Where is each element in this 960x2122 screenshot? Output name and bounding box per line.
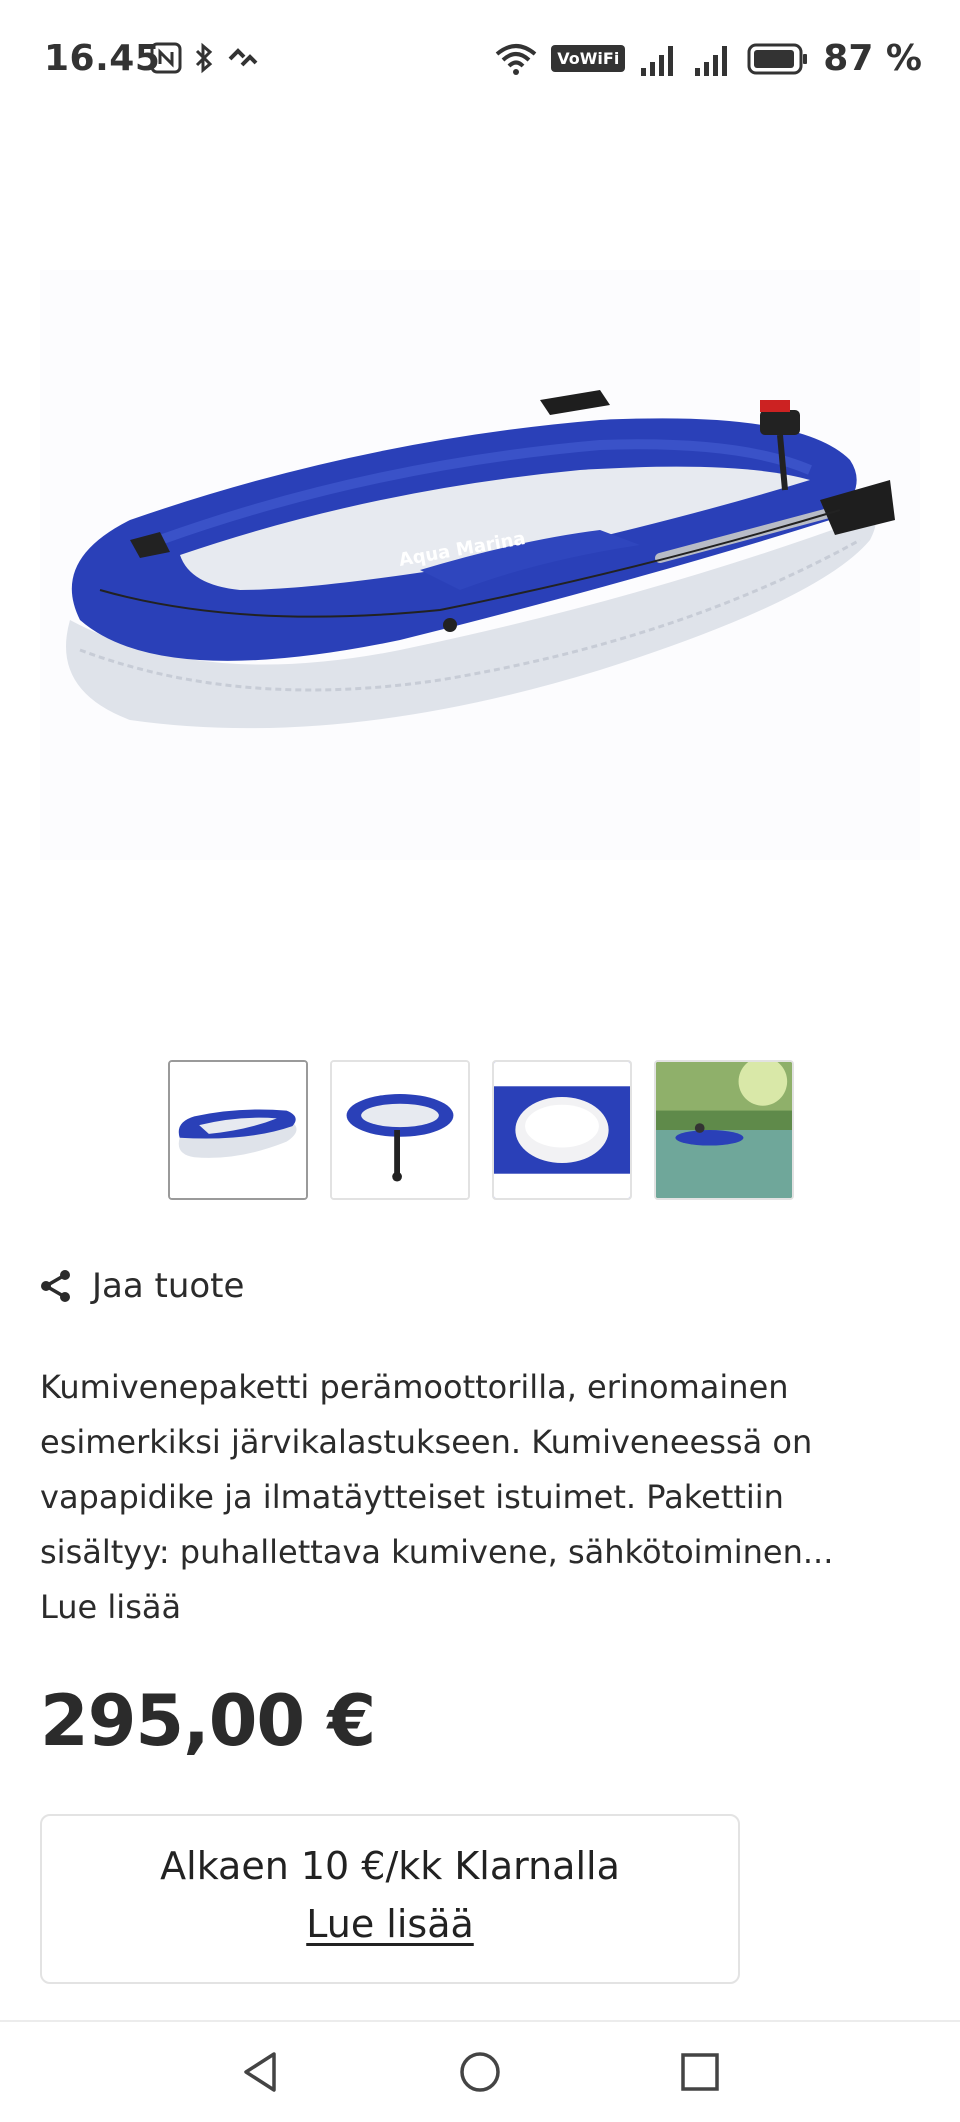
share-button[interactable]: Jaa tuote (40, 1266, 244, 1306)
home-circle-icon (460, 2052, 500, 2092)
status-right-icons: VoWiFi 87 % (495, 38, 922, 79)
description-text: Kumivenepaketti perämoottorilla, erinoma… (40, 1368, 834, 1571)
link-icon (228, 48, 258, 67)
seat-cushion-thumbnail-image (494, 1062, 630, 1198)
battery-icon (747, 43, 808, 74)
system-navigation-bar (0, 2022, 960, 2122)
vowifi-icon: VoWiFi (551, 45, 626, 72)
recents-button[interactable] (670, 2042, 730, 2102)
boat-side-thumbnail-image (170, 1062, 306, 1198)
recents-square-icon (681, 2053, 719, 2091)
inflatable-boat-illustration: Aqua Marina (66, 390, 895, 729)
battery-percentage: 87 % (823, 38, 922, 79)
klarna-financing-box: Alkaen 10 €/kk Klarnalla Lue lisää (40, 1814, 740, 1984)
read-more-link[interactable]: Lue lisää (40, 1580, 900, 1635)
product-description: Kumivenepaketti perämoottorilla, erinoma… (40, 1360, 900, 1635)
nfc-icon (150, 42, 182, 74)
boat-on-lake-thumbnail-image (656, 1062, 792, 1198)
signal-icon (695, 45, 728, 76)
thumbnail-seat-cushion[interactable] (492, 1060, 632, 1200)
status-time: 16.45 (44, 38, 161, 79)
bluetooth-icon (195, 42, 213, 74)
signal-icon (641, 45, 674, 76)
thumbnail-boat-motor[interactable] (330, 1060, 470, 1200)
klarna-text: Alkaen 10 €/kk Klarnalla (160, 1844, 620, 1888)
back-button[interactable] (230, 2042, 290, 2102)
thumbnail-gallery (168, 1060, 794, 1200)
product-price: 295,00 € (40, 1680, 376, 1762)
status-bar: 16.45 VoWiFi 87 % (0, 0, 960, 120)
home-button[interactable] (450, 2042, 510, 2102)
wifi-icon (495, 43, 537, 75)
klarna-read-more-link[interactable]: Lue lisää (306, 1902, 474, 1946)
thumbnail-boat-side[interactable] (168, 1060, 308, 1200)
share-icon (41, 1270, 70, 1302)
status-left-icons (150, 42, 260, 74)
back-triangle-icon (244, 2052, 276, 2092)
boat-motor-thumbnail-image (332, 1062, 468, 1198)
product-image[interactable]: Aqua Marina (40, 270, 920, 860)
thumbnail-boat-on-lake[interactable] (654, 1060, 794, 1200)
share-label: Jaa tuote (92, 1266, 245, 1306)
